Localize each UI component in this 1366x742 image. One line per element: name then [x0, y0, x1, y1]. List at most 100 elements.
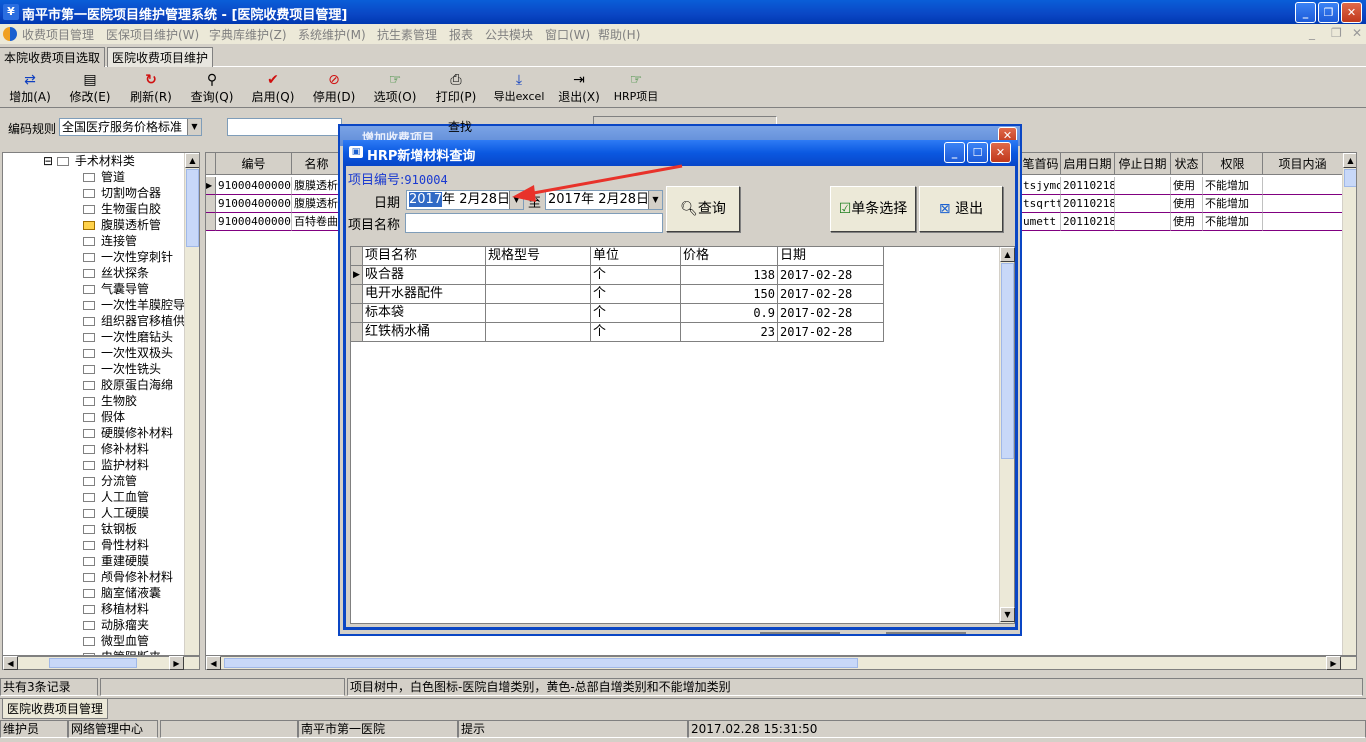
find-button[interactable]: 查找: [428, 118, 492, 134]
query-button[interactable]: ⚲ 查询(Q): [184, 72, 240, 105]
tree-item[interactable]: 一次性磨钻头: [83, 329, 173, 345]
row-indicator[interactable]: ▶: [206, 177, 216, 195]
main-cell-stop[interactable]: [1115, 195, 1171, 213]
dlg-cell-spec[interactable]: [486, 266, 591, 285]
dlg-cell-spec[interactable]: [486, 304, 591, 323]
tree-hscroll[interactable]: ◀ ▶: [2, 656, 200, 670]
tree-item[interactable]: 一次性羊膜腔导: [83, 297, 185, 313]
dlg-cell-price[interactable]: 23: [681, 323, 778, 342]
tree-vscroll[interactable]: ▲: [184, 153, 199, 655]
tab-hospital-maintain[interactable]: 医院收费项目维护: [107, 47, 214, 67]
col-name[interactable]: 名称: [292, 153, 342, 175]
row-indicator[interactable]: [206, 195, 216, 213]
tree-item[interactable]: 人工血管: [83, 489, 149, 505]
col-start-date[interactable]: 启用日期: [1061, 153, 1115, 175]
tree-root[interactable]: ⊟ 手术材料类: [43, 153, 135, 169]
tab-hospital-select[interactable]: 本院收费项目选取: [0, 47, 106, 67]
main-cell-pinyin[interactable]: tsjymqg: [1021, 177, 1061, 195]
scroll-left-icon[interactable]: ◀: [206, 656, 221, 670]
dlg-cell-spec[interactable]: [486, 323, 591, 342]
mdi-close-icon[interactable]: ✕: [1352, 26, 1362, 40]
main-cell-pinyin[interactable]: tsqrtt: [1021, 195, 1061, 213]
col-price[interactable]: 价格: [681, 247, 778, 266]
main-cell-stop[interactable]: [1115, 177, 1171, 195]
row-indicator[interactable]: [206, 213, 216, 231]
col-status[interactable]: 状态: [1171, 153, 1203, 175]
scroll-left-icon[interactable]: ◀: [3, 656, 18, 670]
menu-item-antibiotic[interactable]: 抗生素管理: [377, 26, 437, 43]
main-cell-status[interactable]: 使用: [1171, 177, 1203, 195]
col-date[interactable]: 日期: [778, 247, 884, 266]
tree-item[interactable]: 电管阻断夹: [83, 649, 161, 655]
scroll-up-icon[interactable]: ▲: [185, 153, 199, 168]
close-icon[interactable]: ✕: [990, 142, 1011, 163]
row-indicator[interactable]: [351, 304, 363, 323]
menu-item-dictionary[interactable]: 字典库维护(Z): [209, 26, 287, 43]
dialog-scroll-thumb[interactable]: [1001, 263, 1014, 459]
main-cell-start[interactable]: 20110218: [1061, 213, 1115, 231]
tree-item[interactable]: 监护材料: [83, 457, 149, 473]
tree-item[interactable]: 骨性材料: [83, 537, 149, 553]
main-cell-code[interactable]: 910004000003: [216, 213, 292, 231]
tree-item[interactable]: 腹膜透析管: [83, 217, 161, 233]
hrp-item-button[interactable]: ☞ HRP项目: [608, 72, 664, 104]
main-cell-code[interactable]: 910004000001: [216, 177, 292, 195]
tree-item[interactable]: 一次性穿刺针: [83, 249, 173, 265]
tree-item[interactable]: 修补材料: [83, 441, 149, 457]
col-item-name[interactable]: 项目名称: [363, 247, 486, 266]
search-input[interactable]: [227, 118, 342, 136]
dlg-cell-unit[interactable]: 个: [591, 304, 681, 323]
col-content[interactable]: 项目内涵: [1263, 153, 1343, 175]
coding-rule-select[interactable]: 全国医疗服务价格标准 ▼: [59, 118, 202, 136]
tree-item[interactable]: 颅骨修补材料: [83, 569, 173, 585]
row-indicator[interactable]: [351, 323, 363, 342]
row-indicator[interactable]: [351, 285, 363, 304]
main-cell-name[interactable]: 百特卷曲: [292, 213, 342, 231]
single-select-button[interactable]: ☑单条选择: [830, 186, 916, 232]
col-code[interactable]: 编号: [216, 153, 292, 175]
dialog-grid-vscroll[interactable]: ▲ ▼: [999, 247, 1015, 623]
tree-item[interactable]: 假体: [83, 409, 125, 425]
menu-item-fee[interactable]: 收费项目管理: [22, 26, 94, 43]
tree-item[interactable]: 脑室储液囊: [83, 585, 161, 601]
tree-item[interactable]: 管道: [83, 169, 125, 185]
scroll-right-icon[interactable]: ▶: [1326, 656, 1341, 670]
dlg-cell-unit[interactable]: 个: [591, 285, 681, 304]
disable-button[interactable]: ⊘ 停用(D): [306, 72, 362, 105]
print-button[interactable]: ⎙ 打印(P): [428, 72, 484, 105]
dlg-cell-name[interactable]: 标本袋: [363, 304, 486, 323]
main-cell-permission[interactable]: 不能增加: [1203, 177, 1263, 195]
refresh-button[interactable]: ↻ 刷新(R): [123, 72, 179, 105]
main-cell-permission[interactable]: 不能增加: [1203, 195, 1263, 213]
dlg-cell-spec[interactable]: [486, 285, 591, 304]
tree-item[interactable]: 生物蛋白胶: [83, 201, 161, 217]
main-cell-start[interactable]: 20110218: [1061, 195, 1115, 213]
menu-item-report[interactable]: 报表: [449, 26, 473, 43]
main-cell-status[interactable]: 使用: [1171, 195, 1203, 213]
main-cell-permission[interactable]: 不能增加: [1203, 213, 1263, 231]
mdi-minimize-icon[interactable]: _: [1309, 26, 1315, 40]
dlg-cell-date[interactable]: 2017-02-28: [778, 285, 884, 304]
add-button[interactable]: ⇄ 增加(A): [2, 72, 58, 105]
tree-item[interactable]: 一次性铣头: [83, 361, 161, 377]
dlg-cell-price[interactable]: 150: [681, 285, 778, 304]
options-button[interactable]: ☞ 选项(O): [367, 72, 423, 105]
grid-scroll-thumb[interactable]: [1344, 169, 1356, 187]
item-name-input[interactable]: [405, 213, 663, 233]
tree-item[interactable]: 连接管: [83, 233, 137, 249]
enable-button[interactable]: ✔ 启用(Q): [245, 72, 301, 105]
tree-item[interactable]: 丝状探条: [83, 265, 149, 281]
tree-item[interactable]: 微型血管: [83, 633, 149, 649]
maximize-icon[interactable]: ☐: [967, 142, 988, 163]
tree-item[interactable]: 钛钢板: [83, 521, 137, 537]
close-icon[interactable]: ✕: [1341, 2, 1362, 23]
dlg-cell-price[interactable]: 0.9: [681, 304, 778, 323]
col-pinyin[interactable]: 笔首码: [1021, 153, 1061, 175]
main-cell-content[interactable]: [1263, 195, 1343, 213]
dlg-cell-unit[interactable]: 个: [591, 266, 681, 285]
tree-item[interactable]: 移植材料: [83, 601, 149, 617]
tree-item[interactable]: 动脉瘤夹: [83, 617, 149, 633]
exit-button[interactable]: ⇥ 退出(X): [551, 72, 607, 105]
tree-item[interactable]: 组织器官移植供: [83, 313, 185, 329]
main-cell-pinyin[interactable]: umett: [1021, 213, 1061, 231]
